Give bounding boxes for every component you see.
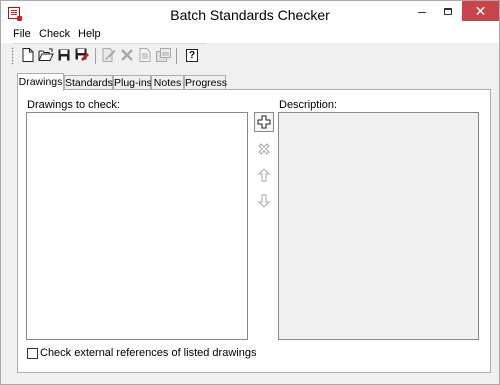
close-icon: ✕ [474, 2, 487, 19]
add-drawing-button[interactable] [254, 112, 274, 132]
menu-check[interactable]: Check [39, 28, 70, 40]
check-standards-button[interactable] [101, 47, 117, 63]
check-icon [102, 48, 116, 62]
move-down-button[interactable] [254, 191, 274, 211]
close-button[interactable]: ✕ [462, 1, 499, 21]
open-icon [38, 48, 54, 61]
arrow-up-icon [258, 168, 270, 182]
delete-button[interactable] [119, 47, 135, 63]
help-button[interactable]: ? [184, 47, 200, 63]
remove-icon [258, 143, 270, 155]
report-icon [139, 48, 151, 62]
check-xrefs-checkbox[interactable] [27, 348, 38, 359]
tab-plug-ins[interactable]: Plug-ins [113, 75, 152, 90]
move-up-button[interactable] [254, 165, 274, 185]
maximize-button[interactable] [434, 1, 461, 21]
minimize-button[interactable] [408, 1, 435, 21]
new-icon [22, 48, 34, 62]
export-button[interactable] [155, 47, 171, 63]
export-icon [155, 48, 171, 62]
description-label: Description: [279, 99, 338, 111]
check-xrefs-label[interactable]: Check external references of listed draw… [40, 347, 256, 359]
tab-progress[interactable]: Progress [184, 75, 227, 90]
menu-bar: File Check Help [1, 27, 499, 43]
toolbar-grip[interactable] [11, 47, 14, 65]
help-symbol: ? [188, 49, 196, 61]
tab-drawings[interactable]: Drawings [17, 73, 64, 91]
batch-standards-checker-window: Batch Standards Checker ✕ File Check Hel… [0, 0, 500, 385]
toolbar: ? [11, 45, 211, 67]
report-button[interactable] [137, 47, 153, 63]
arrow-down-icon [258, 194, 270, 208]
menu-file[interactable]: File [13, 28, 31, 40]
toolbar-separator [95, 48, 96, 64]
tab-standards[interactable]: Standards [64, 75, 113, 90]
title-bar[interactable]: Batch Standards Checker ✕ [1, 1, 499, 27]
save-icon [58, 49, 70, 61]
save-button[interactable] [56, 47, 72, 63]
description-box [278, 112, 479, 340]
delete-icon [121, 49, 133, 61]
open-button[interactable] [38, 47, 54, 63]
add-icon [257, 115, 271, 129]
menu-help[interactable]: Help [78, 28, 101, 40]
maximize-icon [443, 7, 452, 15]
save-as-button[interactable] [74, 47, 90, 63]
new-button[interactable] [20, 47, 36, 63]
drawings-list[interactable] [26, 112, 248, 340]
help-icon: ? [186, 48, 198, 62]
remove-drawing-button[interactable] [254, 139, 274, 159]
save-as-icon [75, 48, 89, 61]
minimize-icon [417, 11, 426, 13]
drawings-to-check-label: Drawings to check: [27, 99, 120, 111]
menu-divider [13, 43, 206, 44]
tab-notes[interactable]: Notes [151, 75, 184, 90]
toolbar-separator [176, 48, 177, 64]
